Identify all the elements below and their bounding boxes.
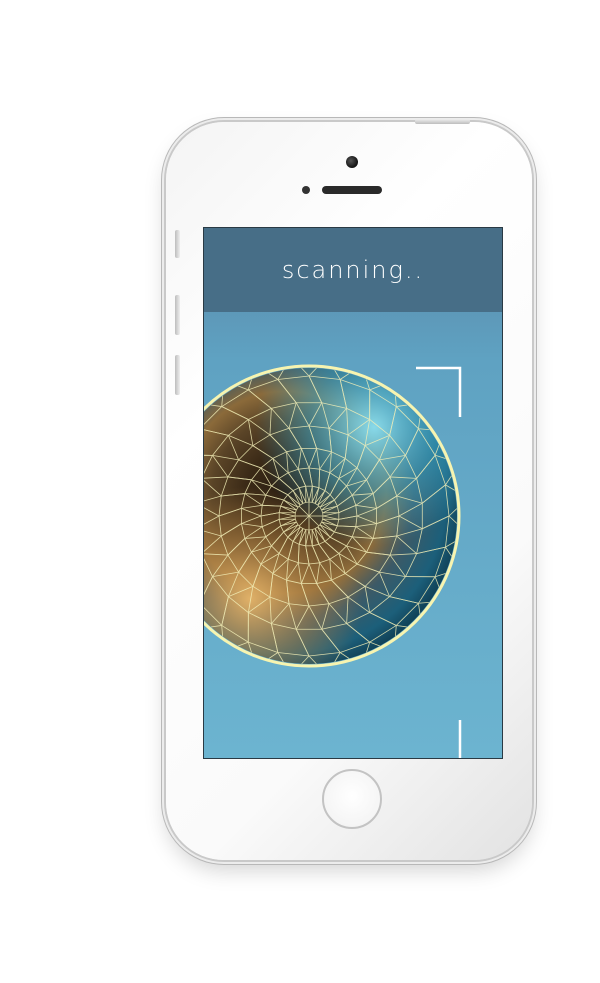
scanning-status-text: scanning.. (281, 256, 425, 284)
front-camera-icon (346, 156, 358, 168)
proximity-sensor (302, 186, 310, 194)
app-screen: scanning.. (204, 228, 502, 758)
volume-up-button (175, 295, 180, 335)
volume-down-button (175, 355, 180, 395)
home-button[interactable] (322, 769, 382, 829)
app-header: scanning.. (204, 228, 502, 312)
earpiece-speaker (322, 186, 382, 194)
mute-switch (175, 230, 180, 258)
sleep-button (415, 119, 470, 124)
